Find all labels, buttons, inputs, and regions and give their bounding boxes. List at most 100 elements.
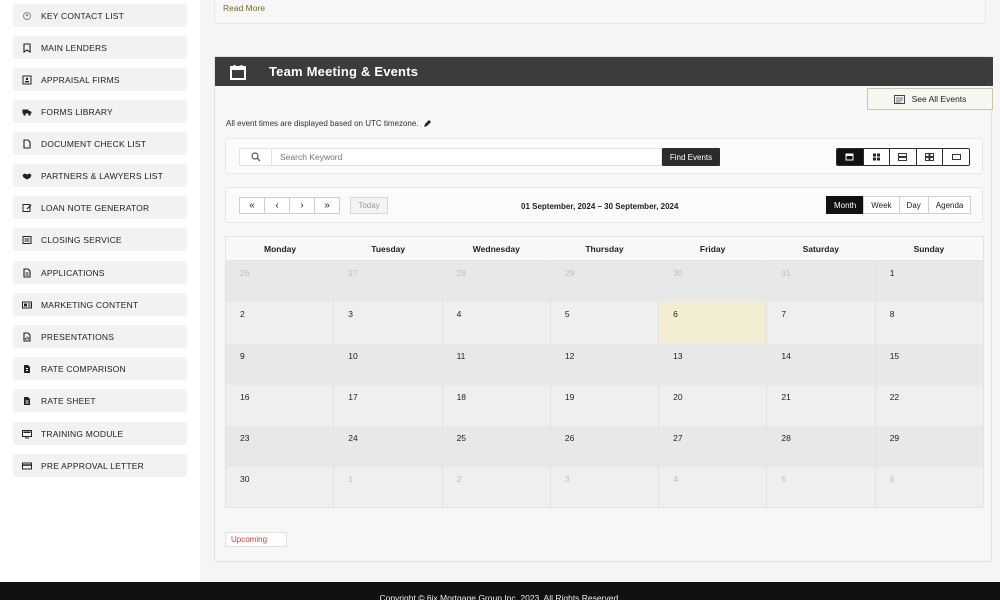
calendar-day[interactable]: 28 xyxy=(767,426,876,468)
last-page-button[interactable]: » xyxy=(314,197,340,214)
sidebar-item-label: MAIN LENDERS xyxy=(41,42,108,53)
grid-view-icon[interactable] xyxy=(863,149,891,165)
calendar-day[interactable]: 9 xyxy=(226,343,335,385)
day-name: Tuesday xyxy=(371,243,406,254)
calendar-day[interactable]: 26 xyxy=(551,426,660,468)
sidebar-item-presentations[interactable]: PRESENTATIONS xyxy=(13,325,187,348)
calendar-day[interactable]: 31 xyxy=(767,261,876,303)
calendar-day[interactable]: 16 xyxy=(226,384,335,427)
calendar-day[interactable]: 30 xyxy=(226,467,335,509)
card-icon xyxy=(21,460,32,471)
sidebar-item-label: PRESENTATIONS xyxy=(41,331,115,342)
calendar-day[interactable]: 14 xyxy=(767,343,876,385)
calendar-day[interactable]: 7 xyxy=(767,302,876,344)
sidebar-item-applications[interactable]: APPLICATIONS xyxy=(13,261,187,284)
truck-icon xyxy=(21,106,32,117)
sidebar-item-rate-sheet[interactable]: RATE SHEET xyxy=(13,389,187,412)
prev-page-button[interactable]: ‹ xyxy=(264,197,290,214)
calendar-day[interactable]: 1 xyxy=(334,467,443,509)
calendar-day[interactable]: 13 xyxy=(659,343,768,385)
sidebar-item-appraisal-firms[interactable]: APPRAISAL FIRMS xyxy=(13,68,187,91)
calendar-day[interactable]: 29 xyxy=(551,261,660,303)
month-calendar: Monday Tuesday Wednesday Thursday Friday… xyxy=(225,236,984,509)
sidebar: KEY CONTACT LIST MAIN LENDERS APPRAISAL … xyxy=(0,0,200,582)
calendar-day[interactable]: 15 xyxy=(876,344,983,385)
sidebar-item-closing-service[interactable]: CLOSING SERVICE xyxy=(13,228,187,251)
sidebar-item-forms-library[interactable]: FORMS LIBRARY xyxy=(13,100,187,123)
calendar-day[interactable]: 21 xyxy=(767,384,876,427)
id-card-icon xyxy=(21,74,32,85)
handshake-icon xyxy=(21,170,32,181)
calendar-day[interactable]: 10 xyxy=(334,343,443,385)
calendar-week: 9 10 11 12 13 14 15 xyxy=(226,343,983,385)
calendar-day[interactable]: 3 xyxy=(551,467,660,509)
sidebar-item-label: PARTNERS & LAWYERS LIST xyxy=(41,170,164,181)
calendar-day[interactable]: 17 xyxy=(334,384,443,427)
calendar-day[interactable]: 18 xyxy=(443,384,551,427)
nav-buttons: « ‹ › » xyxy=(239,197,340,214)
next-page-button[interactable]: › xyxy=(289,197,315,214)
upcoming-tab[interactable]: Upcoming xyxy=(225,532,287,547)
calendar-day[interactable]: 23 xyxy=(226,426,335,468)
sidebar-item-pre-approval-letter[interactable]: PRE APPROVAL LETTER xyxy=(13,454,187,477)
calendar-day[interactable]: 24 xyxy=(334,426,443,468)
sidebar-item-label: RATE SHEET xyxy=(41,395,96,406)
single-view-icon[interactable] xyxy=(943,149,969,165)
see-all-events-button[interactable]: See All Events xyxy=(867,88,993,110)
find-events-button[interactable]: Find Events xyxy=(662,148,720,166)
calendar-day[interactable]: 30 xyxy=(659,261,768,303)
calendar-day[interactable]: 11 xyxy=(443,343,551,385)
today-button[interactable]: Today xyxy=(350,197,388,214)
calendar-view-icon[interactable] xyxy=(837,149,864,165)
calendar-day[interactable]: 19 xyxy=(551,384,660,427)
week-mode-button[interactable]: Week xyxy=(863,196,900,214)
search-input[interactable] xyxy=(271,148,662,166)
date-range-label: 01 September, 2024 – 30 September, 2024 xyxy=(521,202,679,211)
tiles-view-icon[interactable] xyxy=(916,149,944,165)
calendar-week: 26 27 28 29 30 31 1 xyxy=(226,261,983,303)
monitor-icon xyxy=(21,428,32,439)
sidebar-item-partners-lawyers-list[interactable]: PARTNERS & LAWYERS LIST xyxy=(13,164,187,187)
note-edit-icon xyxy=(21,202,32,213)
calendar-day[interactable]: 12 xyxy=(551,343,660,385)
calendar-day[interactable]: 4 xyxy=(659,467,768,509)
calendar-day[interactable]: 29 xyxy=(876,426,983,467)
sidebar-item-main-lenders[interactable]: MAIN LENDERS xyxy=(13,36,187,59)
day-name: Sunday xyxy=(913,243,945,254)
calendar-day[interactable]: 6 xyxy=(876,467,983,508)
calendar-day[interactable]: 4 xyxy=(443,302,551,344)
calendar-day[interactable]: 2 xyxy=(443,467,551,509)
list-view-icon[interactable] xyxy=(890,149,917,165)
calendar-day[interactable]: 26 xyxy=(226,261,335,303)
sidebar-item-rate-comparison[interactable]: RATE COMPARISON xyxy=(13,357,187,380)
calendar-day[interactable]: 5 xyxy=(551,302,660,344)
calendar-day[interactable]: 27 xyxy=(334,261,443,303)
calendar-day[interactable]: 27 xyxy=(659,426,768,468)
agenda-mode-button[interactable]: Agenda xyxy=(927,196,972,214)
read-more-link[interactable]: Read More xyxy=(223,3,265,13)
calendar-day[interactable]: 1 xyxy=(876,261,983,302)
calendar-day[interactable]: 3 xyxy=(334,302,443,344)
calendar-nav-bar: « ‹ › » Today 01 September, 2024 – 30 Se… xyxy=(225,187,983,223)
day-mode-button[interactable]: Day xyxy=(898,196,929,214)
calendar-day[interactable]: 28 xyxy=(443,261,551,303)
calendar-day[interactable]: 22 xyxy=(876,385,983,426)
sidebar-item-marketing-content[interactable]: MARKETING CONTENT xyxy=(13,293,187,316)
calendar-day-today[interactable]: 6 xyxy=(659,302,768,344)
sidebar-item-document-check-list[interactable]: DOCUMENT CHECK LIST xyxy=(13,132,187,155)
copyright-text: Copyright © 6ix Mortgage Group Inc. 2023… xyxy=(379,593,621,600)
first-page-button[interactable]: « xyxy=(239,197,265,214)
sidebar-item-label: KEY CONTACT LIST xyxy=(41,10,125,21)
calendar-day[interactable]: 8 xyxy=(876,302,983,343)
sidebar-item-training-module[interactable]: TRAINING MODULE xyxy=(13,422,187,445)
sidebar-item-key-contact-list[interactable]: KEY CONTACT LIST xyxy=(13,4,187,27)
events-title: Team Meeting & Events xyxy=(269,64,419,79)
calendar-day[interactable]: 5 xyxy=(767,467,876,509)
calendar-day[interactable]: 2 xyxy=(226,302,335,344)
calendar-day[interactable]: 20 xyxy=(659,384,768,427)
calendar-day[interactable]: 25 xyxy=(443,426,551,468)
sidebar-item-loan-note-generator[interactable]: LOAN NOTE GENERATOR xyxy=(13,196,187,219)
footer: Copyright © 6ix Mortgage Group Inc. 2023… xyxy=(0,582,1000,600)
pencil-icon[interactable] xyxy=(423,119,432,128)
month-mode-button[interactable]: Month xyxy=(826,196,865,214)
